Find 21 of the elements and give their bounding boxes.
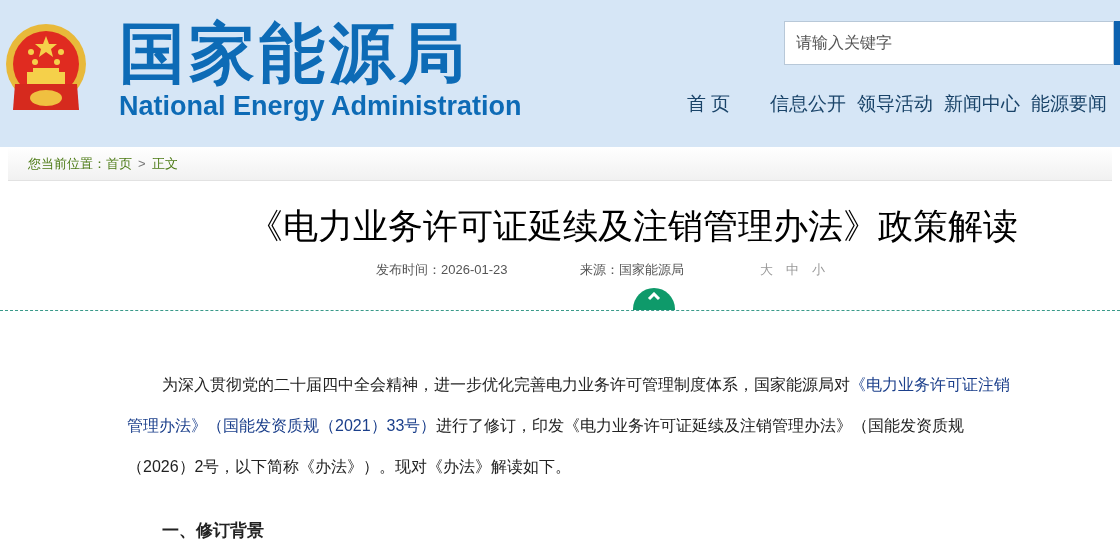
- nav-link[interactable]: 能源要闻: [1031, 90, 1107, 119]
- nav-link[interactable]: 新闻中心: [944, 90, 1020, 119]
- breadcrumb-link[interactable]: 正文: [151, 153, 178, 174]
- collapse-button[interactable]: [633, 287, 675, 310]
- search-field[interactable]: 请输入关键字: [784, 21, 1115, 65]
- document-link[interactable]: 管理办法》（国能发资质规（2021）33号）: [127, 416, 437, 434]
- breadcrumb-link[interactable]: 首页: [106, 153, 132, 174]
- publish-date: 发布时间：2026-01-23: [376, 261, 508, 279]
- breadcrumb-label: 您当前位置：: [28, 154, 106, 173]
- site-title: 国家能源局: [119, 16, 470, 90]
- nav-link[interactable]: 信息公开: [770, 90, 846, 119]
- nav-link[interactable]: 领导活动: [857, 90, 933, 119]
- nav-link[interactable]: 首 页: [686, 90, 730, 119]
- document-link[interactable]: 《电力业务许可证注销: [850, 375, 1010, 393]
- article-source: 来源：国家能源局: [579, 261, 684, 279]
- breadcrumb-separator: >: [138, 154, 146, 173]
- article-paragraph: 为深入贯彻党的二十届四中全会精神，进一步优化完善电力业务许可管理制度体系，国家能源局对《电力业务许可证注销 管理办法》（国能发资质规（2021）33号）进行了修订，印发《电力业务许可证延续及注销管理办法》（国能发资质规 （2026）2号，以下简称《办法》）。现对《办法》解读如下。: [127, 374, 1011, 477]
- chevron-up-icon: [647, 291, 661, 301]
- section-heading: 一、修订背景: [162, 519, 265, 542]
- site-subtitle: National Energy Administration: [119, 90, 522, 122]
- article-title: 《电力业务许可证延续及注销管理办法》政策解读: [247, 205, 1018, 247]
